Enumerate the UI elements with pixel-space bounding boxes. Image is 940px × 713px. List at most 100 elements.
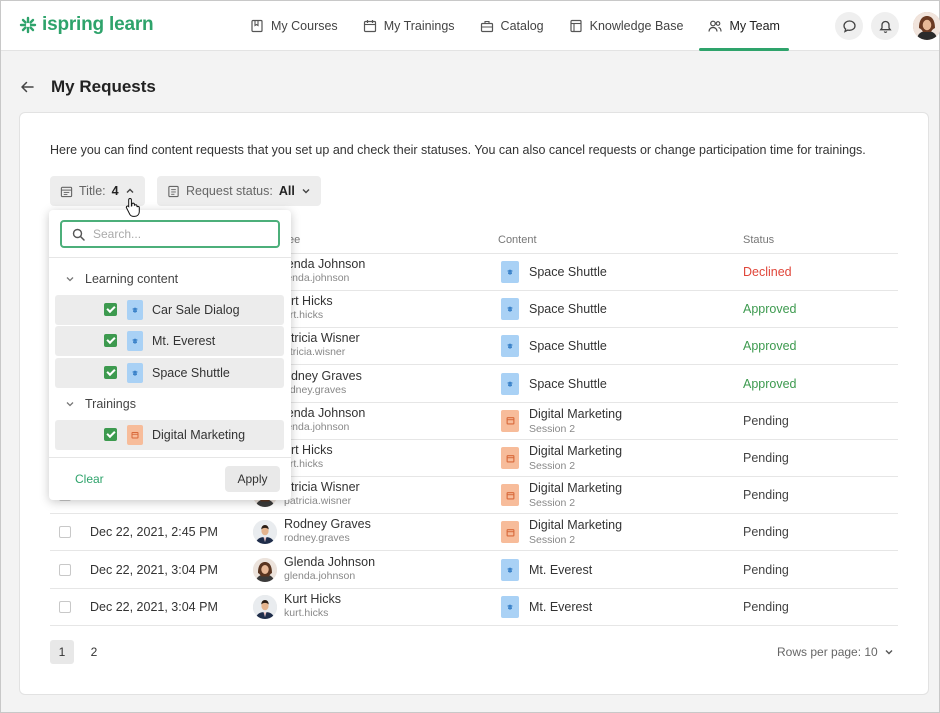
nav-label: My Courses bbox=[271, 19, 338, 33]
content-session: Session 2 bbox=[529, 497, 576, 510]
request-date: Dec 22, 2021, 3:04 PM bbox=[90, 562, 218, 577]
training-icon bbox=[501, 521, 519, 544]
course-icon bbox=[127, 363, 143, 383]
page-1-button[interactable]: 1 bbox=[50, 640, 74, 664]
content-title[interactable]: Space Shuttle bbox=[529, 377, 607, 391]
nav-my-courses[interactable]: My Courses bbox=[241, 1, 347, 51]
group-label: Trainings bbox=[85, 397, 136, 411]
nav-label: My Trainings bbox=[383, 19, 455, 33]
divider bbox=[49, 457, 291, 458]
search-input[interactable] bbox=[93, 227, 263, 241]
option-space-shuttle[interactable]: Space Shuttle bbox=[55, 358, 284, 388]
option-label: Mt. Everest bbox=[152, 334, 216, 348]
user-avatar-image bbox=[913, 12, 940, 40]
content-title[interactable]: Space Shuttle bbox=[529, 339, 607, 353]
row-checkbox[interactable] bbox=[59, 600, 71, 613]
request-status-filter-button[interactable]: Request status: All bbox=[157, 176, 321, 206]
content-session: Session 2 bbox=[529, 534, 576, 547]
user-avatar bbox=[253, 594, 277, 619]
user-name: Rodney Graves bbox=[284, 517, 371, 532]
column-status[interactable]: Status bbox=[743, 234, 774, 246]
chat-button[interactable] bbox=[835, 12, 863, 40]
user-avatar bbox=[253, 557, 277, 582]
hand-cursor-icon bbox=[125, 197, 140, 217]
title-filter-dropdown: Learning content Car Sale Dialog Mt. Eve… bbox=[49, 210, 291, 500]
chevron-down-icon bbox=[66, 402, 74, 407]
table-row[interactable]: Dec 22, 2021, 3:04 PM Kurt Hicks kurt.hick… bbox=[50, 589, 898, 626]
content-title[interactable]: Space Shuttle bbox=[529, 265, 607, 279]
user-name: Glenda Johnson bbox=[284, 554, 376, 569]
status-badge: Pending bbox=[743, 525, 789, 540]
clear-button[interactable]: Clear bbox=[75, 472, 104, 486]
option-label: Digital Marketing bbox=[152, 428, 246, 442]
course-icon bbox=[127, 331, 143, 351]
content-title[interactable]: Digital Marketing bbox=[529, 407, 622, 421]
content-title[interactable]: Digital Marketing bbox=[529, 444, 622, 458]
rows-per-page-select[interactable]: Rows per page: 10 bbox=[777, 645, 894, 659]
status-badge: Pending bbox=[743, 488, 789, 503]
user-login: lenda.johnson bbox=[284, 420, 350, 433]
ispring-logo[interactable]: ispring learn bbox=[19, 14, 154, 36]
page-2-button[interactable]: 2 bbox=[82, 640, 106, 664]
user-name: lenda Johnson bbox=[284, 405, 366, 420]
user-name: atricia Wisner bbox=[284, 331, 360, 346]
group-label: Learning content bbox=[85, 272, 179, 286]
group-trainings[interactable]: Trainings bbox=[65, 397, 136, 411]
checkbox-checked[interactable] bbox=[104, 334, 117, 347]
content-title[interactable]: Digital Marketing bbox=[529, 518, 622, 532]
table-row[interactable]: Dec 22, 2021, 3:04 PM Glenda Johnson glend… bbox=[50, 552, 898, 589]
row-checkbox[interactable] bbox=[59, 563, 71, 576]
group-learning-content[interactable]: Learning content bbox=[65, 272, 178, 286]
book-icon bbox=[570, 19, 582, 33]
back-arrow-icon[interactable] bbox=[19, 79, 35, 95]
course-icon bbox=[501, 298, 519, 321]
course-icon bbox=[501, 372, 519, 395]
user-name: odney Graves bbox=[284, 368, 362, 383]
row-checkbox[interactable] bbox=[59, 526, 71, 539]
request-date: Dec 22, 2021, 3:04 PM bbox=[90, 599, 218, 614]
column-content[interactable]: Content bbox=[498, 234, 537, 246]
checkbox-checked[interactable] bbox=[104, 428, 117, 441]
checkbox-checked[interactable] bbox=[104, 366, 117, 379]
document-icon bbox=[168, 185, 179, 197]
notifications-button[interactable] bbox=[871, 12, 899, 40]
option-car-sale-dialog[interactable]: Car Sale Dialog bbox=[55, 295, 284, 325]
table-row[interactable]: Dec 22, 2021, 2:45 PM Rodney Graves rodney… bbox=[50, 514, 898, 552]
intro-text: Here you can find content requests that … bbox=[50, 143, 866, 157]
option-label: Space Shuttle bbox=[152, 366, 230, 380]
main-nav: My Courses My Trainings Catalog Knowledg… bbox=[241, 1, 796, 51]
user-avatar[interactable] bbox=[913, 12, 940, 40]
user-login: patricia.wisner bbox=[284, 495, 352, 508]
option-digital-marketing[interactable]: Digital Marketing bbox=[55, 420, 284, 450]
apply-button[interactable]: Apply bbox=[225, 466, 280, 492]
status-badge: Approved bbox=[743, 376, 797, 391]
nav-my-team[interactable]: My Team bbox=[699, 1, 790, 51]
chevron-up-icon bbox=[126, 188, 134, 193]
nav-my-trainings[interactable]: My Trainings bbox=[354, 1, 464, 51]
course-icon bbox=[501, 595, 519, 618]
status-badge: Approved bbox=[743, 302, 797, 317]
option-mt-everest[interactable]: Mt. Everest bbox=[55, 326, 284, 356]
course-icon bbox=[501, 558, 519, 581]
training-icon bbox=[501, 447, 519, 469]
course-icon bbox=[127, 300, 143, 320]
nav-catalog[interactable]: Catalog bbox=[471, 1, 553, 51]
nav-label: Knowledge Base bbox=[589, 19, 684, 33]
catalog-icon bbox=[480, 20, 493, 33]
pagination: 1 2 bbox=[50, 640, 106, 664]
content-title[interactable]: Digital Marketing bbox=[529, 481, 622, 495]
user-login: kurt.hicks bbox=[284, 606, 329, 619]
checkbox-checked[interactable] bbox=[104, 303, 117, 316]
status-badge: Pending bbox=[743, 599, 789, 614]
chevron-down-icon bbox=[66, 277, 74, 282]
nav-knowledge-base[interactable]: Knowledge Base bbox=[560, 1, 693, 51]
content-title[interactable]: Space Shuttle bbox=[529, 302, 607, 316]
user-name: urt Hicks bbox=[284, 443, 333, 457]
content-session: Session 2 bbox=[529, 460, 576, 472]
title-filter-value: 4 bbox=[111, 184, 119, 198]
content-title[interactable]: Mt. Everest bbox=[529, 563, 592, 577]
content-session: Session 2 bbox=[529, 422, 576, 435]
dropdown-search-box[interactable] bbox=[60, 220, 280, 248]
content-title[interactable]: Mt. Everest bbox=[529, 600, 592, 614]
logo-flower-icon bbox=[19, 16, 37, 34]
